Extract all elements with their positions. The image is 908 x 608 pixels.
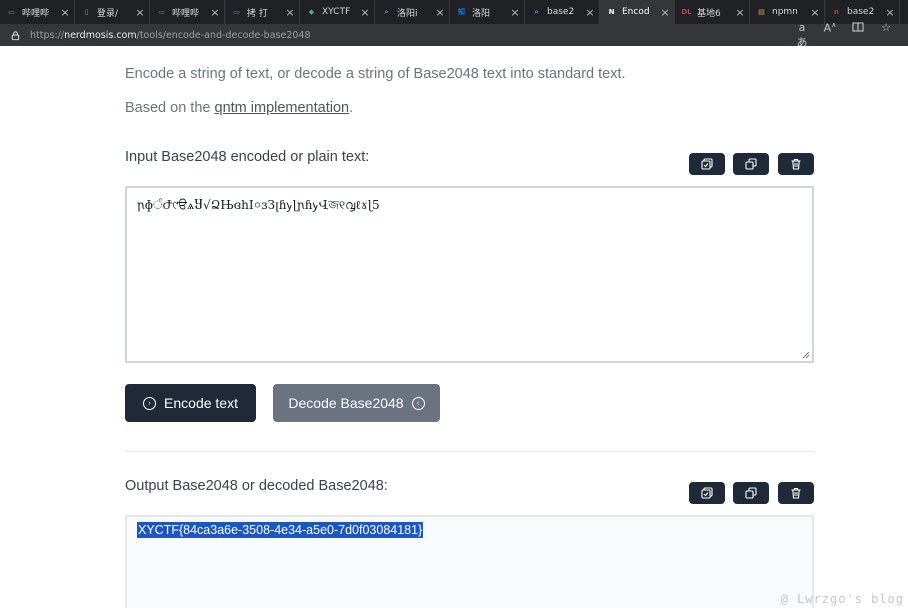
close-icon[interactable]: × <box>360 6 370 19</box>
browser-tab[interactable]: DL 基地6 × <box>675 0 750 24</box>
browser-tab-title: 基地6 <box>697 8 721 19</box>
trash-icon <box>791 158 801 170</box>
resize-grip-icon[interactable] <box>802 351 810 359</box>
input-copy-button[interactable] <box>733 153 769 175</box>
browser-tab[interactable]: ◆ XYCTF × <box>300 0 375 24</box>
browser-tab[interactable]: N Encod × <box>600 0 675 24</box>
intro-attribution: Based on the qntm implementation. <box>125 100 353 116</box>
trash-icon <box>791 487 801 499</box>
browser-tab-title: 哔哩哔 <box>172 8 200 19</box>
browser-tab-title: 洛阳i <box>397 8 418 19</box>
browser-tab[interactable]: ▯ 登录/ × <box>75 0 150 24</box>
paste-icon <box>701 158 713 170</box>
zhihu-icon: 知 <box>458 8 465 16</box>
close-icon[interactable]: × <box>210 6 220 19</box>
input-textarea[interactable]: ꞃɸੰԺ୯ੳѧႸ√ՁЊɞhΙ০ɜЗꞁɦꭚɭꞃɦꭚՎজ୧൮ℓɤɭ5 <box>125 186 814 363</box>
close-icon[interactable]: × <box>735 6 745 19</box>
nerdmosis-icon: N <box>608 8 615 16</box>
document-icon: ▯ <box>84 8 89 16</box>
encode-text-button[interactable]: › Encode text <box>125 384 256 422</box>
browser-tab-title: npmn <box>772 7 798 17</box>
input-label: Input Base2048 encoded or plain text: <box>125 149 370 165</box>
url-prefix: https:// <box>30 29 65 41</box>
output-paste-button[interactable] <box>689 482 725 504</box>
close-icon[interactable]: × <box>135 6 145 19</box>
browser-tab-title: base2 <box>847 7 875 17</box>
browser-tab[interactable]: ▭ 拷 打 × <box>225 0 300 24</box>
close-icon[interactable]: × <box>60 6 70 19</box>
close-icon[interactable]: × <box>435 6 445 19</box>
input-text-value: ꞃɸੰԺ୯ੳѧႸ√ՁЊɞhΙ০ɜЗꞁɦꭚɭꞃɦꭚՎজ୧൮ℓɤɭ5 <box>137 198 380 212</box>
bilibili-icon: ▭ <box>158 8 165 16</box>
lock-icon[interactable] <box>8 28 22 42</box>
qntm-implementation-link[interactable]: qntm implementation <box>215 100 350 116</box>
chevron-left-circle-icon: ‹ <box>411 396 425 410</box>
copy-icon <box>745 487 757 499</box>
browser-tab[interactable]: ⌕ 洛阳i × <box>375 0 450 24</box>
search-icon: ⌕ <box>534 7 539 16</box>
paste-icon <box>701 487 713 499</box>
section-divider <box>125 451 814 452</box>
browser-tab-title: 登录/ <box>97 8 119 19</box>
url-host: nerdmosis.com <box>64 29 137 41</box>
chevron-right-circle-icon: › <box>143 396 157 410</box>
close-icon[interactable]: × <box>810 6 820 19</box>
flag-icon: ▤ <box>758 8 765 16</box>
close-icon[interactable]: × <box>585 6 595 19</box>
bilibili-icon: ▭ <box>233 8 240 16</box>
dl-icon: DL <box>681 8 692 16</box>
close-icon[interactable]: × <box>510 6 520 19</box>
encode-button-label: Encode text <box>164 395 238 411</box>
attribution-suffix: . <box>349 100 354 116</box>
blog-watermark: @ Lwrzgo's blog <box>780 592 904 606</box>
url-text[interactable]: https://nerdmosis.com/tools/encode-and-d… <box>30 30 311 41</box>
output-clear-button[interactable] <box>778 482 814 504</box>
browser-tab[interactable]: ⌕ base2 × <box>525 0 600 24</box>
intro-description: Encode a string of text, or decode a str… <box>125 66 626 82</box>
browser-tab[interactable]: ▭ 哔哩哔 × <box>0 0 75 24</box>
browser-tab[interactable]: ●qntm/× <box>900 0 908 24</box>
copy-icon <box>745 158 757 170</box>
output-label: Output Base2048 or decoded Base2048: <box>125 478 388 494</box>
browser-tab-strip: ▭ 哔哩哔 × ▯ 登录/ × ▭ 哔哩哔 × ▭ 拷 打 × ◆ XYCTF × ⌕ 洛阳i × 知洛阳 × ⌕ bas… <box>0 0 908 24</box>
bilibili-icon: ▭ <box>8 8 15 16</box>
browser-tab-title: 拷 打 <box>247 8 268 19</box>
address-bar[interactable]: https://nerdmosis.com/tools/encode-and-d… <box>0 21 908 49</box>
browser-tab-title: Encod <box>622 7 650 17</box>
browser-tab[interactable]: ▭ 哔哩哔 × <box>150 0 225 24</box>
browser-tab-title: 洛阳 <box>472 8 491 19</box>
xyctf-icon: ◆ <box>308 8 315 16</box>
url-path: /tools/encode-and-decode-base2048 <box>136 29 311 41</box>
npm-icon: n <box>834 8 839 16</box>
output-textarea[interactable]: XYCTF{84ca3a6e-3508-4e34-a5e0-7d0f030841… <box>125 515 814 608</box>
close-icon[interactable]: × <box>285 6 295 19</box>
close-icon[interactable]: × <box>885 6 895 19</box>
browser-tab-title: XYCTF <box>322 7 351 17</box>
output-text-value: XYCTF{84ca3a6e-3508-4e34-a5e0-7d0f030841… <box>137 522 424 538</box>
search-icon: ⌕ <box>384 7 389 16</box>
close-icon[interactable]: × <box>660 6 670 19</box>
decode-button-label: Decode Base2048 <box>288 395 404 411</box>
input-paste-button[interactable] <box>689 153 725 175</box>
browser-tab-title: base2 <box>547 7 575 17</box>
browser-tab-title: 哔哩哔 <box>22 8 50 19</box>
page-content: Encode a string of text, or decode a str… <box>0 46 908 608</box>
browser-tab[interactable]: 知洛阳 × <box>450 0 525 24</box>
attribution-prefix: Based on the <box>125 100 215 116</box>
decode-base2048-button[interactable]: Decode Base2048 ‹ <box>273 384 440 422</box>
input-clear-button[interactable] <box>778 153 814 175</box>
output-copy-button[interactable] <box>733 482 769 504</box>
